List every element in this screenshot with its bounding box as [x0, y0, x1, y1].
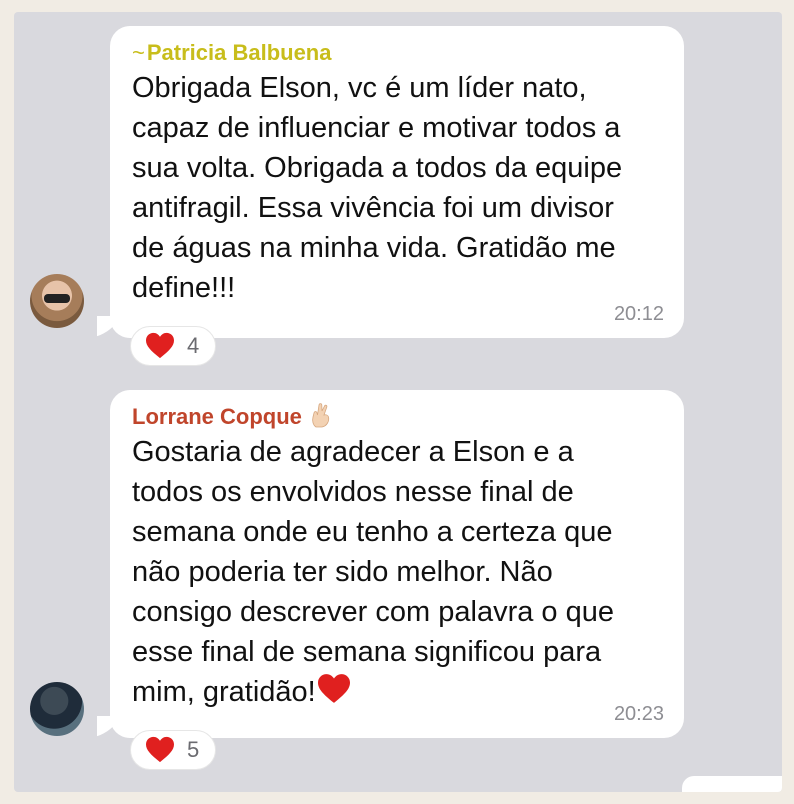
message-text-body: Gostaria de agradecer a Elson e a todos … [132, 436, 614, 708]
crossed-fingers-icon [312, 403, 330, 428]
avatar-detail [44, 294, 70, 303]
next-message-bubble [682, 776, 782, 792]
message-bubble[interactable]: ~Patricia Balbuena Obrigada Elson, vc é … [110, 26, 684, 338]
chat-area: ~Patricia Balbuena Obrigada Elson, vc é … [14, 12, 782, 792]
reaction-badge[interactable]: 4 [130, 326, 217, 366]
bubble-tail [97, 716, 125, 738]
red-heart-icon [146, 736, 174, 763]
avatar[interactable] [30, 274, 84, 328]
sender-prefix: ~ [132, 40, 145, 65]
message-time: 20:23 [613, 703, 664, 725]
sender-name-text: Patricia Balbuena [146, 40, 332, 65]
avatar[interactable] [30, 682, 84, 736]
sender-name[interactable]: ~Patricia Balbuena [132, 38, 662, 68]
bubble-tail [97, 316, 125, 338]
reaction-badge[interactable]: 5 [130, 730, 217, 770]
message-time: 20:12 [613, 303, 664, 325]
red-heart-icon [317, 674, 350, 703]
message-bubble[interactable]: Lorrane Copque Gostaria de agradecer a E… [110, 390, 684, 738]
sender-name[interactable]: Lorrane Copque [132, 402, 662, 432]
message-text: Obrigada Elson, vc é um líder nato, capa… [132, 72, 623, 304]
reaction-count: 4 [187, 333, 200, 358]
sender-name-text: Lorrane Copque [132, 404, 302, 429]
message-text: Gostaria de agradecer a Elson e a todos … [132, 432, 662, 712]
reaction-count: 5 [187, 737, 200, 762]
red-heart-icon [146, 332, 174, 359]
